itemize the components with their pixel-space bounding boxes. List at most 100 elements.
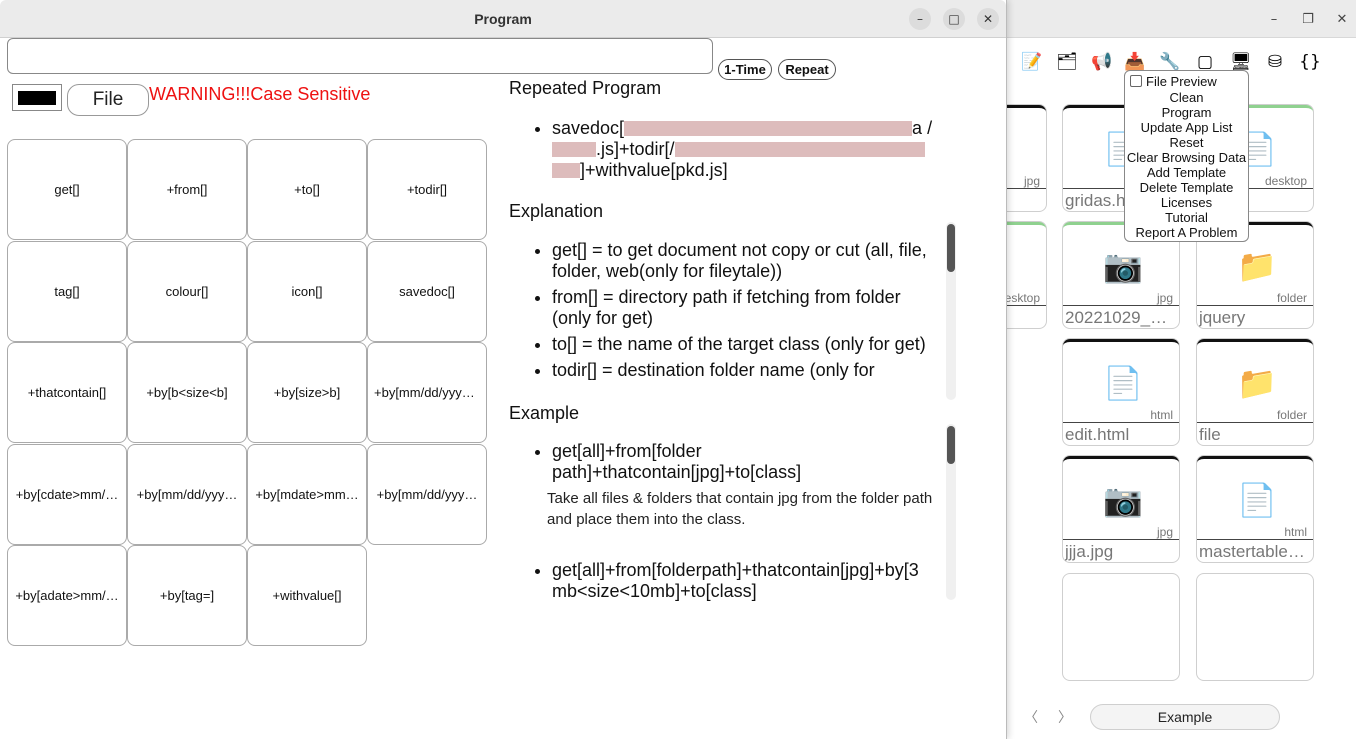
memo-icon[interactable]: 📝 (1020, 50, 1044, 74)
tile-preview: 📄 html (1063, 339, 1179, 423)
tile-name: mastertable… (1199, 542, 1305, 561)
explanation-item: from[] = directory path if fetching from… (552, 287, 929, 329)
file-type-icon: 📁 (1237, 247, 1277, 285)
file-tile[interactable]: 📄 html edit.html (1062, 338, 1180, 446)
repeated-program-list: savedoc[a /.js]+todir[/ ]+withvalue[pkd.… (509, 118, 949, 188)
explanation-title: Explanation (509, 201, 604, 221)
braces-icon[interactable]: {} (1298, 50, 1322, 74)
tile-extension: desktop (1264, 174, 1307, 188)
tile-extension: esktop (1004, 291, 1040, 305)
colour-swatch (18, 91, 56, 105)
file-button[interactable]: File (67, 84, 149, 116)
file-preview-checkbox[interactable] (1130, 75, 1142, 87)
next-page-icon[interactable]: 〉 (1058, 707, 1072, 727)
file-type-icon: 📁 (1237, 364, 1277, 402)
explanation-scrollbar[interactable] (946, 222, 956, 400)
restore-icon[interactable]: ❐ (1297, 9, 1319, 31)
menu-item[interactable]: Clean (1125, 90, 1248, 105)
example-title: Example (509, 403, 580, 423)
prev-page-icon[interactable]: 〈 (1024, 707, 1038, 727)
menu-item[interactable]: Clear Browsing Data (1125, 150, 1248, 165)
maximize-button[interactable]: □ (943, 8, 965, 30)
repeat-button[interactable]: Repeat (778, 59, 836, 80)
file-tile[interactable]: 📷 jpg jjja.jpg (1062, 455, 1180, 563)
menu-item[interactable]: Program (1125, 105, 1248, 120)
tile-preview: 📁 folder (1197, 339, 1313, 423)
command-button[interactable]: savedoc[] (367, 240, 487, 342)
tile-extension: folder (1276, 408, 1307, 422)
command-button[interactable]: +by[b<size<b] (127, 342, 247, 443)
example-note: Take all files & folders that contain jp… (547, 490, 933, 528)
tile-extension: jpg (1023, 174, 1040, 188)
tile-name: jquery (1199, 308, 1246, 327)
scrollbar-thumb[interactable] (947, 224, 955, 272)
example-item: get[all]+from[folderpath]+thatcontain[jp… (552, 560, 939, 601)
command-button[interactable]: +by[mm/dd/yyy… (367, 443, 487, 545)
tile-preview: 📄 html (1197, 456, 1313, 540)
menu-item[interactable]: Reset (1125, 135, 1248, 150)
file-tile[interactable]: 📄 html mastertable… (1196, 455, 1314, 563)
example-list[interactable]: get[all]+from[folder path]+thatcontain[j… (509, 441, 939, 601)
tile-preview: 📷 jpg (1063, 456, 1179, 540)
file-type-icon: 📷 (1103, 481, 1143, 519)
command-button[interactable]: +withvalue[] (247, 545, 367, 646)
command-button[interactable]: get[] (7, 139, 127, 240)
menu-item[interactable]: Delete Template (1125, 180, 1248, 195)
command-button[interactable]: +from[] (127, 139, 247, 240)
program-window: Program – □ ✕ 1-Time Repeat File WARNING… (0, 0, 1007, 739)
menu-items: Clean Program Update App List Reset Clear Br… (1125, 90, 1248, 240)
redacted-text (552, 163, 580, 178)
command-button[interactable]: +thatcontain[] (7, 342, 127, 443)
empty-tile (1062, 573, 1180, 681)
window-title: Program (474, 11, 532, 27)
program-titlebar: Program – □ ✕ (0, 0, 1006, 38)
minimize-button[interactable]: – (909, 8, 931, 30)
command-button[interactable]: +by[size>b] (247, 342, 367, 443)
command-button[interactable]: colour[] (127, 240, 247, 342)
command-button[interactable]: +todir[] (367, 139, 487, 240)
colour-picker[interactable] (12, 84, 62, 111)
command-button[interactable]: +by[mdate>mm… (247, 443, 367, 545)
example-button[interactable]: Example (1090, 704, 1280, 730)
file-type-icon: 📷 (1103, 247, 1143, 285)
command-button[interactable]: +by[mm/dd/yyy… (127, 443, 247, 545)
menu-item[interactable]: Report A Problem (1125, 225, 1248, 240)
tile-extension: html (1284, 525, 1307, 539)
redacted-text (552, 142, 596, 157)
tile-name: file (1199, 425, 1221, 444)
command-input[interactable] (7, 38, 713, 74)
one-time-button[interactable]: 1-Time (718, 59, 772, 80)
folder-icon[interactable]: 🗂 (1055, 50, 1079, 74)
repeated-program-item: savedoc[a /.js]+todir[/ ]+withvalue[pkd.… (552, 118, 949, 181)
scrollbar-thumb[interactable] (947, 426, 955, 464)
menu-item[interactable]: Add Template (1125, 165, 1248, 180)
repeated-program-title: Repeated Program (509, 78, 662, 98)
database-icon[interactable]: ⛁ (1263, 50, 1287, 74)
example-scrollbar[interactable] (946, 424, 956, 600)
tile-name: 20221029_… (1065, 308, 1168, 327)
explanation-list[interactable]: get[] = to get document not copy or cut … (509, 240, 929, 400)
background-bottom-bar: 〈 〉 Example (1010, 702, 1356, 732)
command-button[interactable]: +by[cdate>mm/… (7, 443, 127, 545)
redacted-text (674, 142, 925, 157)
command-button[interactable]: +to[] (247, 139, 367, 240)
close-button[interactable]: ✕ (977, 8, 999, 30)
menu-item[interactable]: Tutorial (1125, 210, 1248, 225)
menu-item[interactable]: Update App List (1125, 120, 1248, 135)
file-type-icon: 📄 (1103, 364, 1143, 402)
command-button[interactable]: icon[] (247, 240, 367, 342)
close-icon[interactable]: ✕ (1331, 9, 1353, 31)
command-button[interactable]: +by[tag=] (127, 545, 247, 646)
explanation-item: to[] = the name of the target class (onl… (552, 334, 929, 355)
command-button[interactable]: +by[adate>mm/… (7, 545, 127, 646)
megaphone-icon[interactable]: 📢 (1090, 50, 1114, 74)
explanation-item: todir[] = destination folder name (only … (552, 360, 929, 381)
tile-name: edit.html (1065, 425, 1130, 444)
command-button[interactable]: +by[mm/dd/yyyy… (367, 342, 487, 443)
command-button[interactable]: tag[] (7, 240, 127, 342)
file-preview-option[interactable]: File Preview (1125, 71, 1248, 90)
menu-item[interactable]: Licenses (1125, 195, 1248, 210)
minimize-icon[interactable]: – (1263, 9, 1285, 31)
file-tile[interactable]: 📁 folder file (1196, 338, 1314, 446)
example-item: get[all]+from[folder path]+thatcontain[j… (552, 441, 939, 483)
